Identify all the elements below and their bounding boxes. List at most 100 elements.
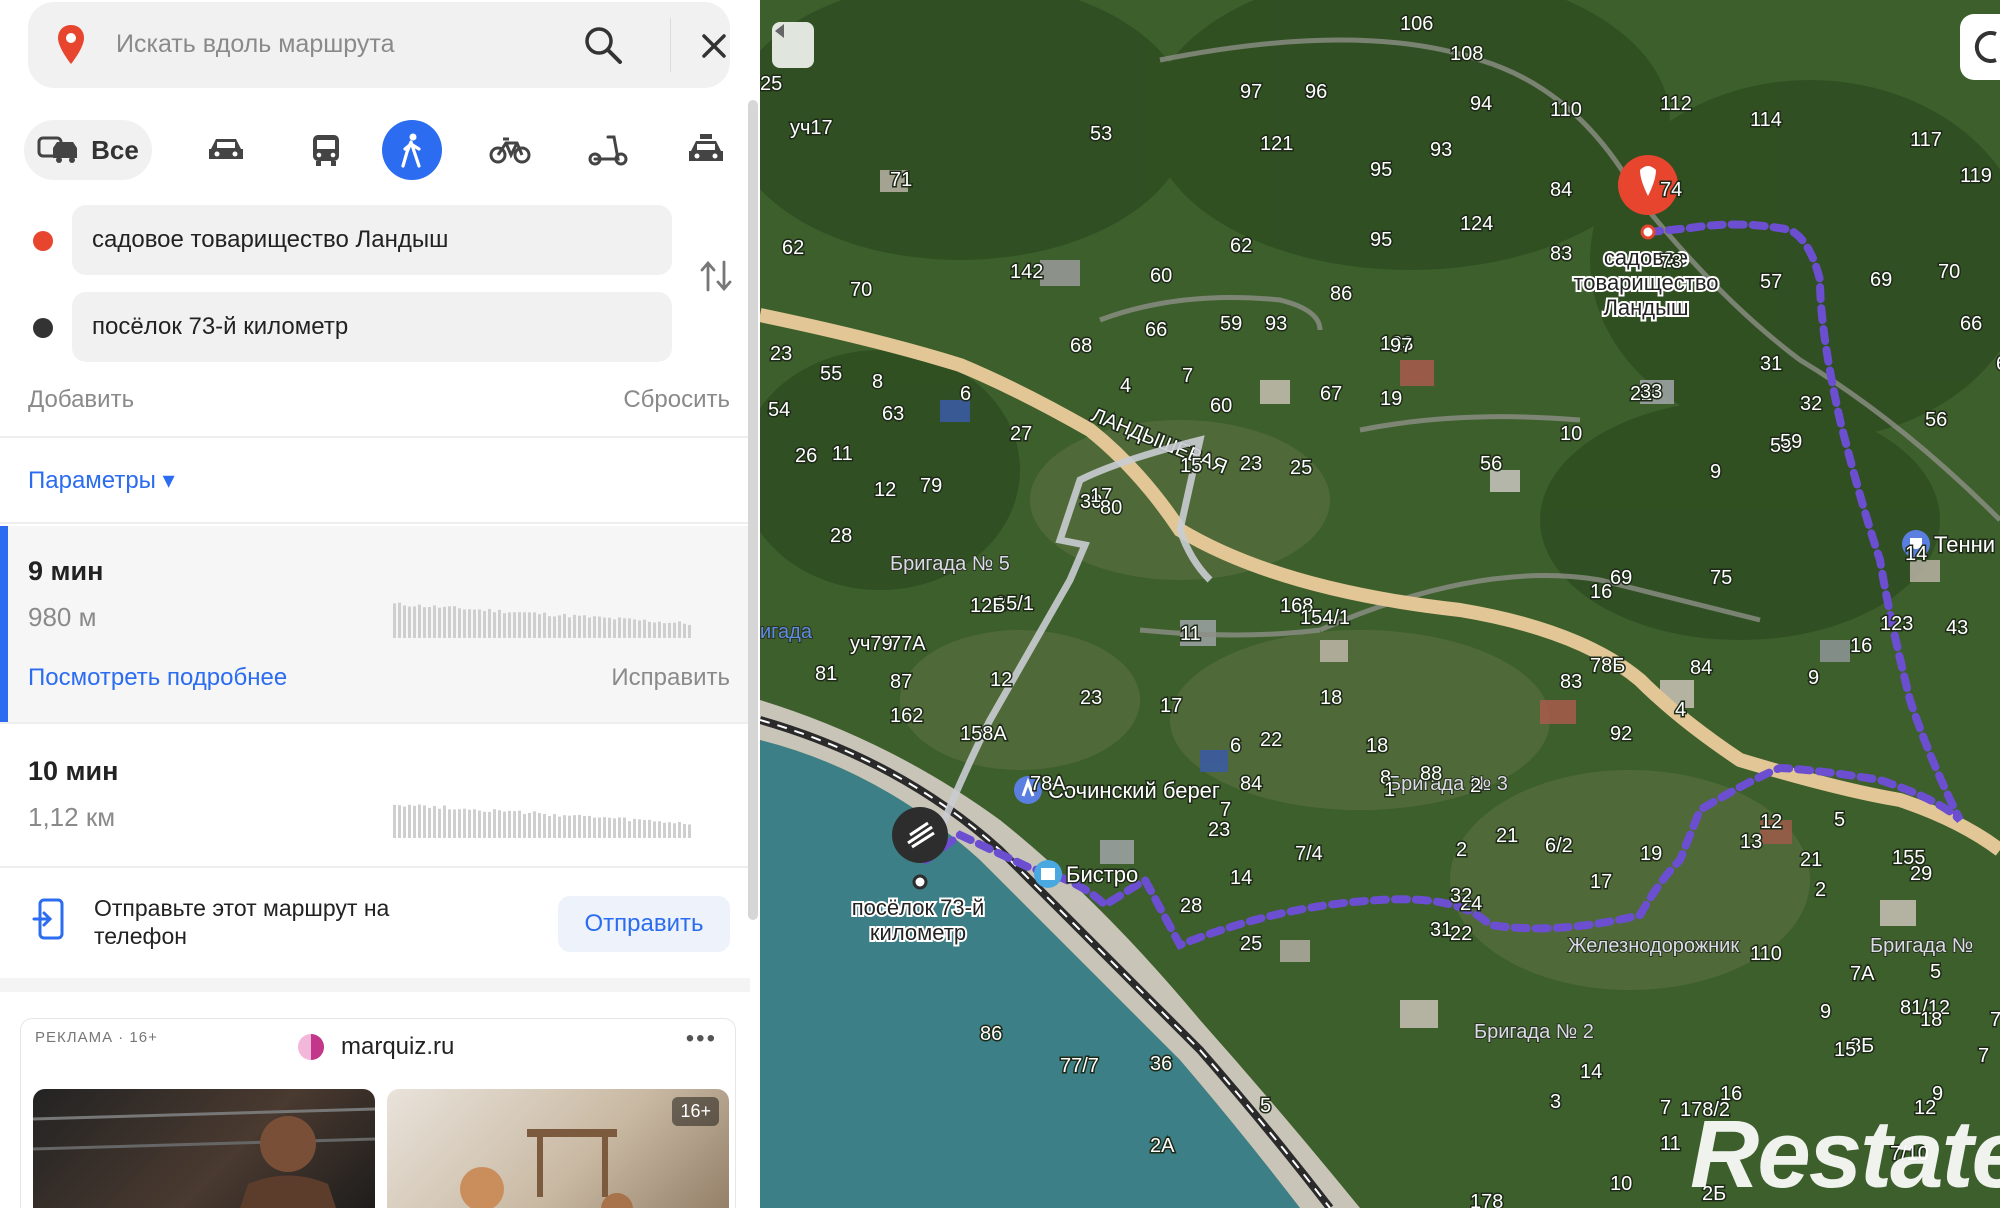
search-box[interactable]: Искать вдоль маршрута [28, 2, 730, 88]
profile-bar [413, 606, 416, 638]
elevation-profile [393, 602, 691, 638]
mode-scooter-button[interactable] [578, 120, 638, 180]
profile-bar [683, 824, 686, 838]
profile-bar [663, 822, 666, 838]
start-point-field[interactable]: садовое товарищество Ландыш [72, 205, 672, 275]
swap-points-icon[interactable] [696, 256, 736, 296]
profile-bar [443, 805, 446, 838]
house-number-label: 94 [1470, 93, 1492, 115]
profile-bar [663, 623, 666, 638]
poi-bistro[interactable]: Бистро [1034, 860, 1140, 889]
house-number-label: 112 [1660, 93, 1692, 115]
close-icon[interactable] [692, 24, 736, 68]
route-fix-link[interactable]: Исправить [611, 664, 730, 692]
profile-bar [613, 619, 616, 638]
profile-bar [533, 612, 536, 638]
house-number-label: 70 [1938, 261, 1960, 283]
house-number-label: 162 [890, 705, 923, 727]
profile-bar [513, 811, 516, 838]
house-number-label: 16 [1850, 635, 1872, 657]
house-number-label: 154/1 [1300, 607, 1350, 629]
house-number-label: 18 [1366, 735, 1388, 757]
profile-bar [543, 813, 546, 838]
profile-bar [638, 819, 641, 838]
ad-label: РЕКЛАМА · 16+ [35, 1029, 158, 1046]
profile-bar [483, 811, 486, 838]
ad-more-menu[interactable]: ••• [686, 1025, 717, 1053]
house-number-label: 27 [1010, 423, 1032, 445]
house-number-label: 22 [1450, 923, 1472, 945]
search-icon[interactable] [580, 22, 626, 68]
route-option-1[interactable]: 9 мин 980 м Посмотреть подробнее Исправи… [0, 526, 750, 722]
location-pin-icon [58, 25, 84, 64]
profile-bar [438, 607, 441, 638]
mode-walk-button[interactable] [382, 120, 442, 180]
house-number-label: 6 [1230, 735, 1241, 757]
finish-label-line: посёлок 73-й [852, 895, 985, 920]
house-number-label: 63 [882, 403, 904, 425]
house-number-label: 18 [1320, 687, 1342, 709]
house-number-label: 56 [1925, 409, 1947, 431]
ad-image[interactable] [33, 1089, 375, 1208]
profile-bar [428, 807, 431, 838]
mode-all-label: Все [91, 134, 139, 165]
map-control-button[interactable] [1960, 14, 2000, 80]
house-number-label: уч79 [850, 633, 893, 655]
route-details-link[interactable]: Посмотреть подробнее [28, 664, 287, 692]
house-number-label: 80 [1100, 497, 1122, 519]
elevation-profile [393, 804, 691, 838]
house-number-label: 1 [1384, 779, 1395, 801]
send-button[interactable]: Отправить [558, 896, 730, 952]
profile-bar [468, 809, 471, 838]
house-number-label: 25 [760, 73, 782, 95]
profile-bar [463, 609, 466, 638]
finish-label-line: километр [870, 920, 966, 945]
house-number-label: 95 [1370, 229, 1392, 251]
house-number-label: 86 [1330, 283, 1352, 305]
collapse-panel-button[interactable] [772, 22, 814, 68]
reset-button[interactable]: Сбросить [623, 386, 730, 414]
route-option-2[interactable]: 10 мин 1,12 км [0, 724, 750, 866]
house-number-label: 10 [1610, 1173, 1632, 1195]
add-point-button[interactable]: Добавить [28, 386, 134, 414]
profile-bar [438, 808, 441, 838]
mode-taxi-button[interactable] [676, 120, 736, 180]
house-number-label: 3 [1550, 1091, 1561, 1113]
profile-bar [683, 623, 686, 638]
profile-bar [593, 616, 596, 638]
transport-modes: Все [24, 120, 734, 180]
profile-bar [458, 809, 461, 838]
advertisement-card[interactable]: РЕКЛАМА · 16+ marquiz.ru ••• 16+ [20, 1018, 736, 1208]
mode-all-button[interactable]: Все [24, 120, 152, 180]
profile-bar [533, 811, 536, 838]
mode-car-button[interactable] [196, 120, 256, 180]
house-number-label: 25 [1240, 933, 1262, 955]
mode-bike-button[interactable] [480, 120, 540, 180]
search-input[interactable]: Искать вдоль маршрута [116, 30, 394, 59]
scooter-icon [588, 135, 628, 166]
profile-bar [658, 821, 661, 838]
bus-icon [313, 135, 339, 166]
profile-bar [408, 606, 411, 638]
parameters-dropdown[interactable]: Параметры ▾ [28, 466, 175, 495]
profile-bar [453, 606, 456, 638]
house-number-label: 17 [1590, 871, 1612, 893]
profile-bar [528, 812, 531, 838]
profile-bar [493, 809, 496, 838]
house-number-label: 12 [990, 669, 1012, 691]
house-number-label: 93 [1265, 313, 1287, 335]
house-number-label: 66 [1960, 313, 1982, 335]
profile-bar [483, 610, 486, 638]
panel-scrollbar[interactable] [748, 100, 758, 920]
house-number-label: 9 [1808, 667, 1819, 689]
profile-bar [633, 619, 636, 638]
profile-bar [488, 609, 491, 638]
profile-bar [668, 822, 671, 838]
profile-bar [548, 816, 551, 838]
house-number-label: 93 [1430, 139, 1452, 161]
mode-bus-button[interactable] [296, 120, 356, 180]
house-number-label: 79 [920, 475, 942, 497]
map-view[interactable]: ЛАНДЫШЕВАЯ садовое товарищество Ландыш п… [760, 0, 2000, 1208]
ad-image[interactable]: 16+ [387, 1089, 729, 1208]
finish-point-field[interactable]: посёлок 73-й километр [72, 292, 672, 362]
